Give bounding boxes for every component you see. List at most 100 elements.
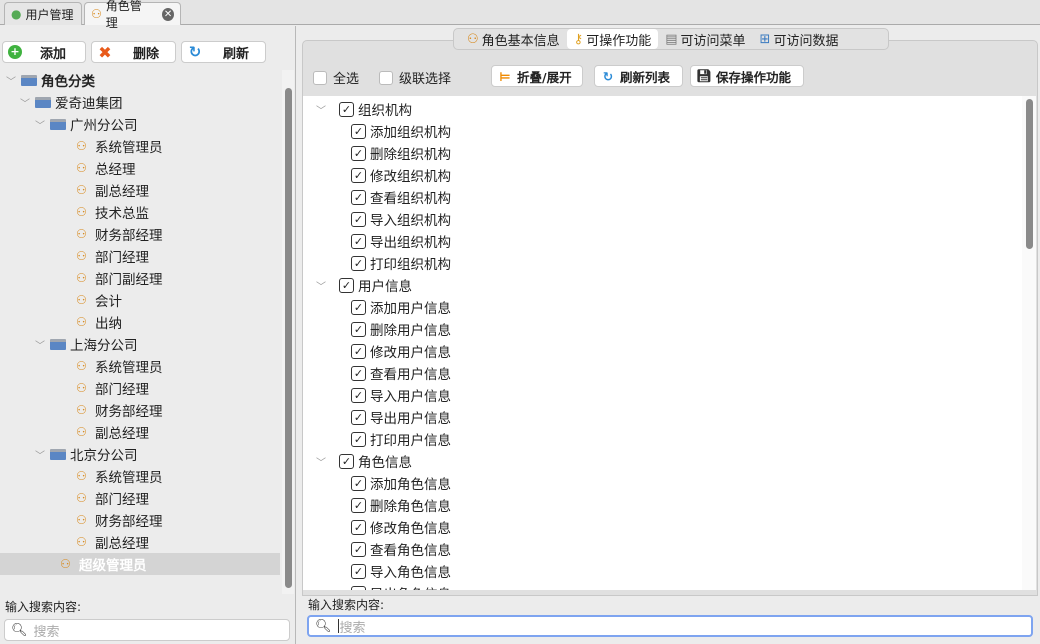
checkbox-checked[interactable]: ✓ xyxy=(351,541,366,557)
delete-button[interactable]: ✖ 删除 xyxy=(91,41,176,63)
function-item[interactable]: ✓ 导入用户信息 xyxy=(351,384,451,406)
tree-node[interactable]: ⚇ 部门经理 xyxy=(0,487,280,509)
checkbox-checked[interactable]: ✓ xyxy=(351,299,366,315)
function-item[interactable]: ✓ 查看组织机构 xyxy=(351,186,451,208)
function-item[interactable]: ✓ 修改组织机构 xyxy=(351,164,451,186)
function-item[interactable]: ✓ 打印组织机构 xyxy=(351,252,451,274)
tab-user-management[interactable]: ● 用户管理 xyxy=(4,2,82,25)
tree-node[interactable]: ⚇ 副总经理 xyxy=(0,531,280,553)
tree-node[interactable]: ⚇ 财务部经理 xyxy=(0,399,280,421)
function-item[interactable]: ✓ 查看用户信息 xyxy=(351,362,451,384)
function-item[interactable]: ✓ 导出组织机构 xyxy=(351,230,451,252)
checkbox-checked[interactable]: ✓ xyxy=(351,211,366,227)
chevron-down-icon[interactable]: ﹀ xyxy=(34,447,46,462)
checkbox-checked[interactable]: ✓ xyxy=(351,145,366,161)
function-group[interactable]: ﹀ ✓ 角色信息 xyxy=(315,450,412,472)
tree-node[interactable]: ⚇ 部门经理 xyxy=(0,245,280,267)
tree-node[interactable]: ⚇ 系统管理员 xyxy=(0,135,280,157)
tab-accessible-data[interactable]: ⊞ 可访问数据 xyxy=(753,29,846,49)
checkbox[interactable] xyxy=(379,70,393,85)
checkbox-checked[interactable]: ✓ xyxy=(351,365,366,381)
function-item[interactable]: ✓ 导入角色信息 xyxy=(351,560,451,582)
function-group[interactable]: ﹀ ✓ 用户信息 xyxy=(315,274,412,296)
tab-role-management[interactable]: ⚇ 角色管理 ✕ xyxy=(84,0,181,30)
chevron-down-icon[interactable]: ﹀ xyxy=(19,95,31,110)
tree-node[interactable]: ﹀ 上海分公司 xyxy=(0,333,280,355)
tree-node[interactable]: ⚇ 会计 xyxy=(0,289,280,311)
cascade-checkbox[interactable]: 级联选择 xyxy=(379,68,451,87)
refresh-button[interactable]: ↻ 刷新 xyxy=(181,41,266,63)
refresh-list-button[interactable]: ↻ 刷新列表 xyxy=(594,65,683,87)
chevron-down-icon[interactable]: ﹀ xyxy=(34,117,46,132)
chevron-down-icon[interactable]: ﹀ xyxy=(5,73,17,88)
tree-scrollbar[interactable] xyxy=(282,70,294,594)
checkbox-checked[interactable]: ✓ xyxy=(351,387,366,403)
tree-node[interactable]: ⚇ 出纳 xyxy=(0,311,280,333)
close-icon[interactable]: ✕ xyxy=(162,7,174,21)
function-item[interactable]: ✓ 打印用户信息 xyxy=(351,428,451,450)
chevron-down-icon[interactable]: ﹀ xyxy=(34,337,46,352)
add-button[interactable]: + 添加 xyxy=(2,41,86,63)
save-functions-button[interactable]: 💾︎ 保存操作功能 xyxy=(690,65,804,87)
checkbox-checked[interactable]: ✓ xyxy=(351,255,366,271)
function-item[interactable]: ✓ 删除组织机构 xyxy=(351,142,451,164)
function-item[interactable]: ✓ 添加角色信息 xyxy=(351,472,451,494)
tree-node[interactable]: ⚇ 部门副经理 xyxy=(0,267,280,289)
tree-node[interactable]: ⚇ 副总经理 xyxy=(0,421,280,443)
tree-node[interactable]: ⚇ 部门经理 xyxy=(0,377,280,399)
tree-node[interactable]: ⚇ 副总经理 xyxy=(0,179,280,201)
tree-node-label: 超级管理员 xyxy=(79,558,147,574)
chevron-down-icon[interactable]: ﹀ xyxy=(315,454,327,469)
tree-node[interactable]: ⚇ 总经理 xyxy=(0,157,280,179)
list-scrollbar[interactable] xyxy=(1022,96,1036,590)
collapse-expand-button[interactable]: ⊨ 折叠/展开 xyxy=(491,65,583,87)
tree-node[interactable]: ⚇ 系统管理员 xyxy=(0,465,280,487)
function-item[interactable]: ✓ 导出用户信息 xyxy=(351,406,451,428)
checkbox-checked[interactable]: ✓ xyxy=(351,409,366,425)
function-group[interactable]: ﹀ ✓ 组织机构 xyxy=(315,98,412,120)
function-item[interactable]: ✓ 添加组织机构 xyxy=(351,120,451,142)
checkbox-checked[interactable]: ✓ xyxy=(351,321,366,337)
tree-node[interactable]: ⚇ 财务部经理 xyxy=(0,223,280,245)
chevron-down-icon[interactable]: ﹀ xyxy=(315,102,327,117)
tab-role-basic-info[interactable]: ⚇ 角色基本信息 xyxy=(460,29,567,49)
checkbox-checked[interactable]: ✓ xyxy=(351,497,366,513)
checkbox-checked[interactable]: ✓ xyxy=(351,585,366,590)
tree-node[interactable]: ﹀ 北京分公司 xyxy=(0,443,280,465)
checkbox-checked[interactable]: ✓ xyxy=(351,431,366,447)
tree-node[interactable]: ⚇ 技术总监 xyxy=(0,201,280,223)
chevron-down-icon[interactable]: ﹀ xyxy=(315,278,327,293)
tree-node[interactable]: ﹀ 角色分类 xyxy=(0,70,280,91)
function-item[interactable]: ✓ 导入组织机构 xyxy=(351,208,451,230)
checkbox-checked[interactable]: ✓ xyxy=(351,563,366,579)
checkbox-checked[interactable]: ✓ xyxy=(351,123,366,139)
checkbox-checked[interactable]: ✓ xyxy=(351,167,366,183)
tree-node[interactable]: ⚇ 超级管理员 xyxy=(0,553,280,575)
tree-node[interactable]: ⚇ 系统管理员 xyxy=(0,355,280,377)
select-all-checkbox[interactable]: 全选 xyxy=(313,68,359,87)
function-label: 导出角色信息 xyxy=(370,583,451,590)
function-item[interactable]: ✓ 修改用户信息 xyxy=(351,340,451,362)
checkbox-checked[interactable]: ✓ xyxy=(339,101,354,117)
tree-node[interactable]: ﹀ 爱奇迪集团 xyxy=(0,91,280,113)
checkbox-checked[interactable]: ✓ xyxy=(339,453,354,469)
function-item[interactable]: ✓ 删除角色信息 xyxy=(351,494,451,516)
tab-accessible-menus[interactable]: ▤ 可访问菜单 xyxy=(658,29,752,49)
function-item[interactable]: ✓ 导出角色信息 xyxy=(351,582,451,590)
checkbox-checked[interactable]: ✓ xyxy=(351,343,366,359)
tree-node[interactable]: ﹀ 广州分公司 xyxy=(0,113,280,135)
function-item[interactable]: ✓ 添加用户信息 xyxy=(351,296,451,318)
function-item[interactable]: ✓ 删除用户信息 xyxy=(351,318,451,340)
tab-operable-functions[interactable]: ⚷ 可操作功能 xyxy=(566,29,659,49)
left-search-input[interactable]: 🔍︎ 搜索 xyxy=(4,619,290,641)
checkbox[interactable] xyxy=(313,70,327,85)
checkbox-checked[interactable]: ✓ xyxy=(351,233,366,249)
checkbox-checked[interactable]: ✓ xyxy=(339,277,354,293)
function-item[interactable]: ✓ 修改角色信息 xyxy=(351,516,451,538)
checkbox-checked[interactable]: ✓ xyxy=(351,475,366,491)
right-search-input[interactable]: 🔍︎ 搜索 xyxy=(307,615,1033,637)
function-item[interactable]: ✓ 查看角色信息 xyxy=(351,538,451,560)
checkbox-checked[interactable]: ✓ xyxy=(351,189,366,205)
tree-node[interactable]: ⚇ 财务部经理 xyxy=(0,509,280,531)
checkbox-checked[interactable]: ✓ xyxy=(351,519,366,535)
